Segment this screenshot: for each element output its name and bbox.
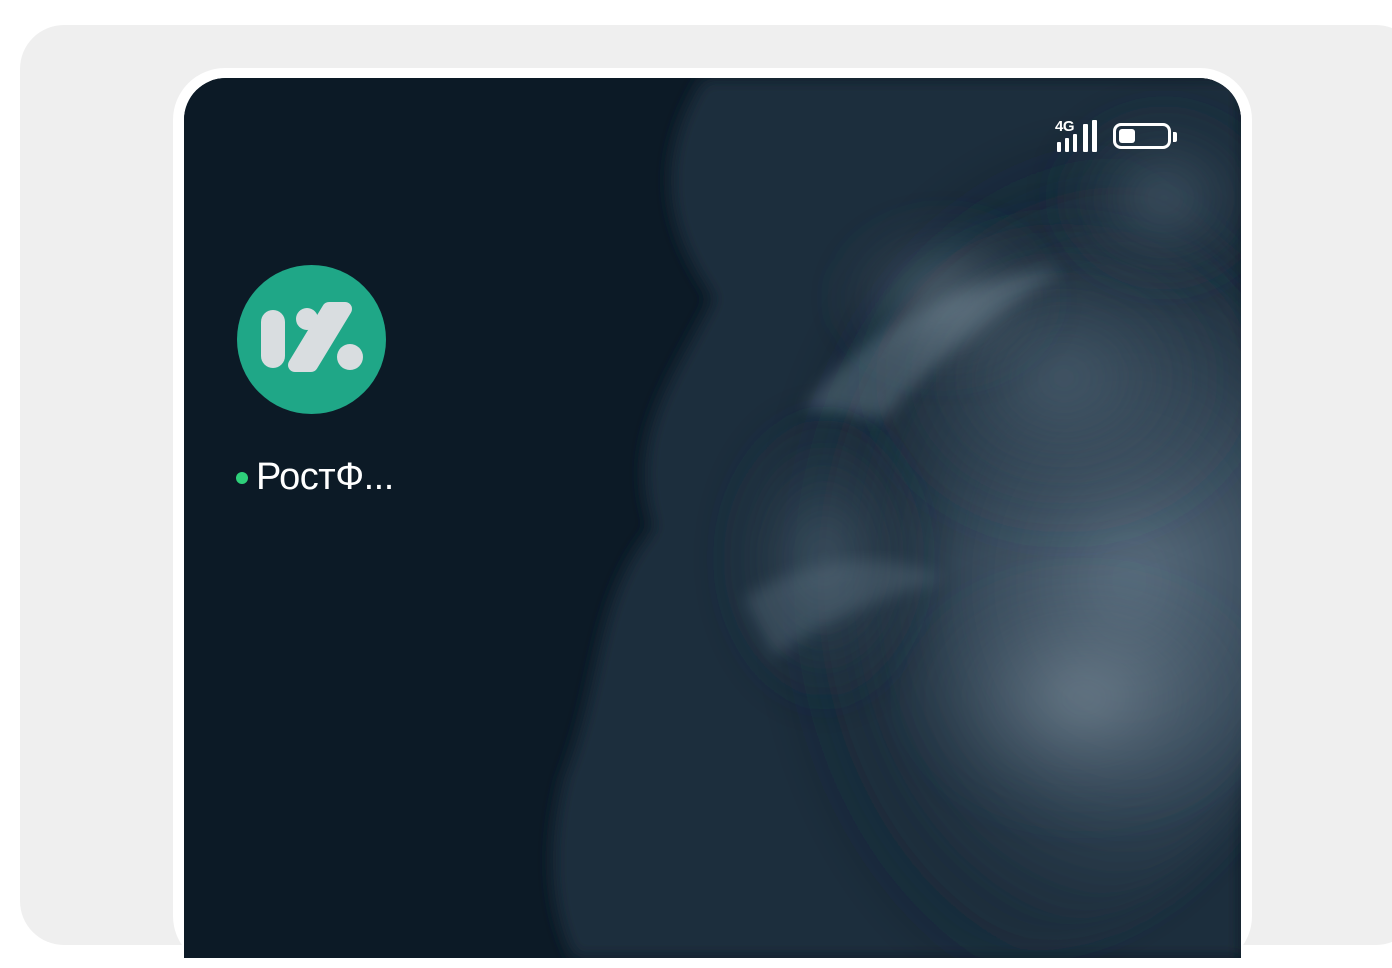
signal-bars-icon — [1057, 120, 1097, 152]
notification-dot — [236, 471, 248, 484]
percent-logo-icon — [261, 302, 363, 372]
status-bar: 4G — [1053, 118, 1177, 154]
phone-screen: 4G РостФ... — [184, 78, 1241, 958]
app-icon-rostfinance[interactable] — [237, 265, 386, 414]
battery-cap — [1173, 132, 1177, 142]
app-label: РостФ... — [256, 456, 394, 498]
signal-indicator: 4G — [1053, 118, 1099, 154]
battery-icon — [1113, 123, 1177, 149]
wallpaper — [184, 78, 1241, 958]
app-label-row[interactable]: РостФ... — [236, 456, 394, 499]
battery-level-fill — [1119, 129, 1135, 143]
